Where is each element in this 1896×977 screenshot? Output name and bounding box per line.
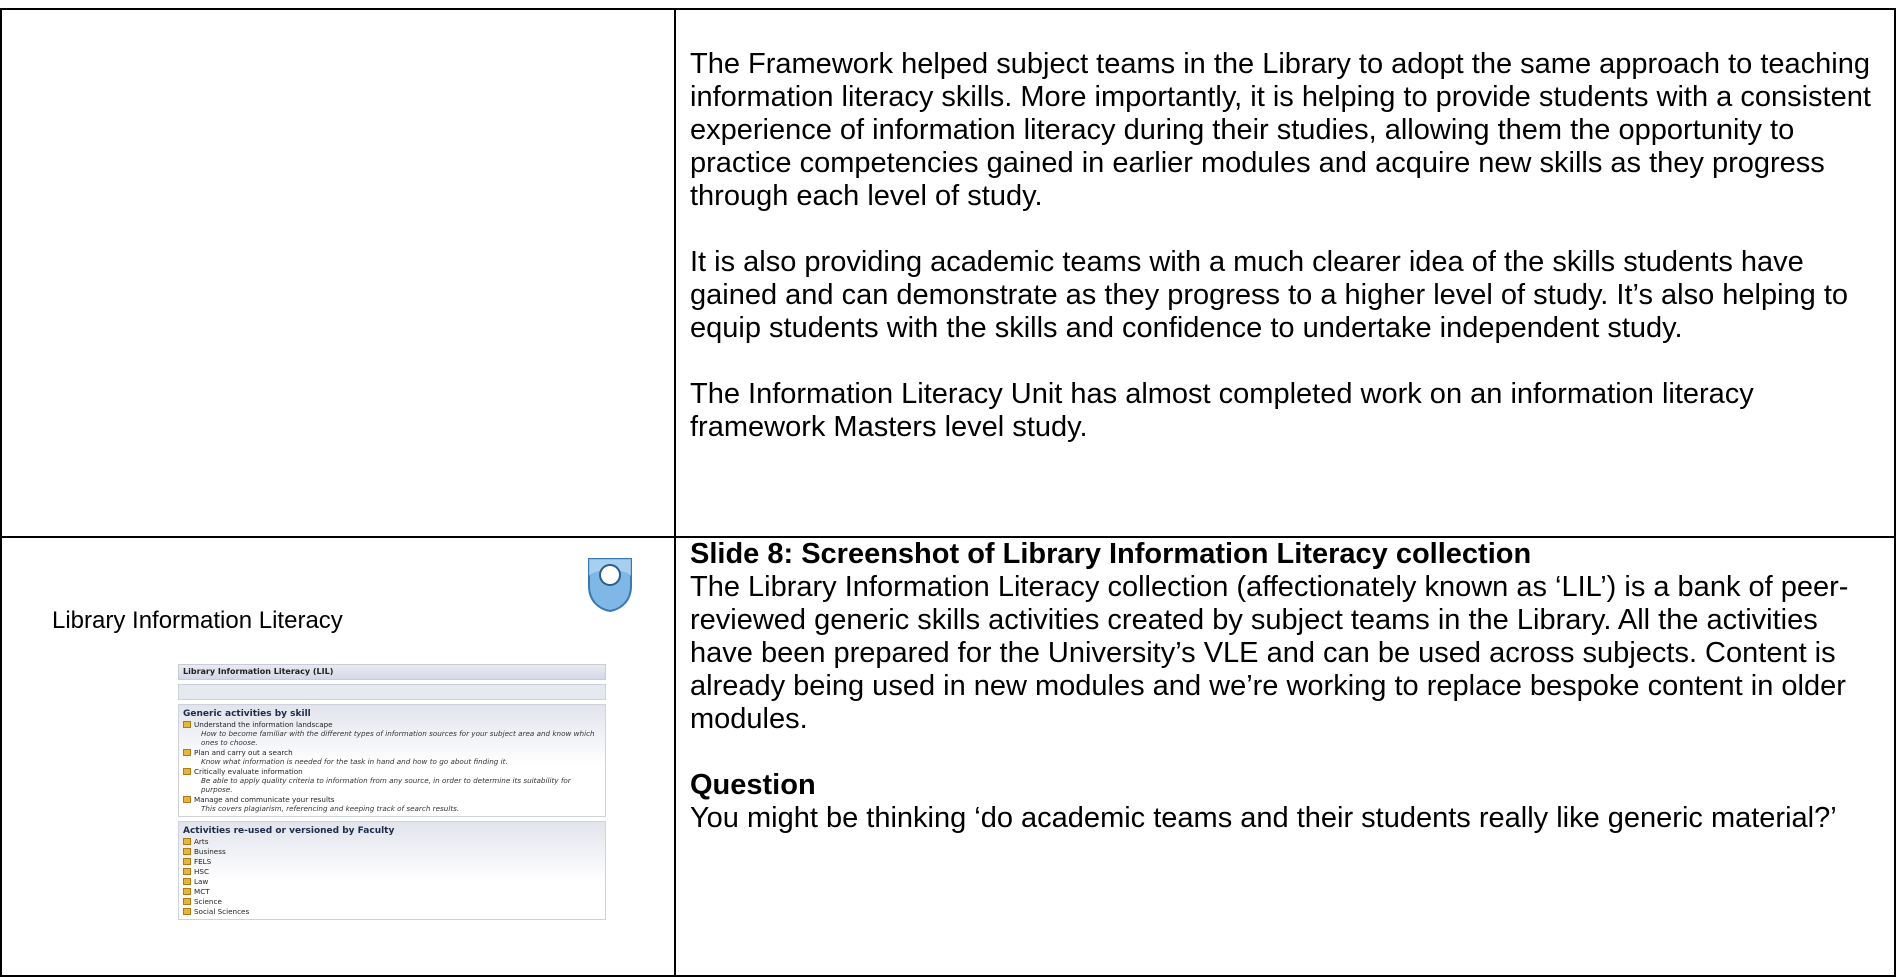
table-row: The Framework helped subject teams in th… bbox=[0, 8, 1896, 538]
list-item: Understand the information landscape bbox=[183, 720, 601, 729]
table-row: Library Information Literacy Library Inf… bbox=[0, 536, 1896, 977]
paragraph: The Information Literacy Unit has almost… bbox=[690, 378, 1754, 443]
folder-icon bbox=[183, 749, 191, 756]
item-description: How to become familiar with the differen… bbox=[201, 729, 595, 747]
screenshot-bar bbox=[178, 684, 606, 700]
list-item: Social Sciences bbox=[183, 907, 601, 916]
paragraph: The Framework helped subject teams in th… bbox=[690, 48, 1871, 212]
folder-icon bbox=[183, 888, 191, 895]
empty-slide-cell bbox=[0, 8, 676, 538]
item-description: Know what information is needed for the … bbox=[201, 757, 508, 766]
folder-icon bbox=[183, 838, 191, 845]
folder-icon bbox=[183, 796, 191, 803]
folder-icon bbox=[183, 898, 191, 905]
screenshot-header: Library Information Literacy (LIL) bbox=[178, 664, 606, 680]
notes-cell: Slide 8: Screenshot of Library Informati… bbox=[674, 536, 1896, 977]
list-item: Critically evaluate information bbox=[183, 767, 601, 776]
slide-cell: Library Information Literacy Library Inf… bbox=[0, 536, 676, 977]
item-description: Be able to apply quality criteria to inf… bbox=[201, 776, 571, 794]
list-item: Manage and communicate your results bbox=[183, 795, 601, 804]
folder-icon bbox=[183, 848, 191, 855]
paragraph: It is also providing academic teams with… bbox=[690, 246, 1849, 344]
faculty-group: Activities re-used or versioned by Facul… bbox=[178, 821, 606, 920]
list-item: Law bbox=[183, 877, 601, 886]
folder-icon bbox=[183, 768, 191, 775]
lil-screenshot: Library Information Literacy (LIL) Gener… bbox=[178, 664, 606, 939]
folder-icon bbox=[183, 868, 191, 875]
folder-icon bbox=[183, 908, 191, 915]
folder-icon bbox=[183, 878, 191, 885]
notes-cell: The Framework helped subject teams in th… bbox=[674, 8, 1896, 538]
open-university-logo-icon bbox=[588, 558, 632, 612]
list-item: Business bbox=[183, 847, 601, 856]
list-item: MCT bbox=[183, 887, 601, 896]
list-item: Science bbox=[183, 897, 601, 906]
slide-title: Library Information Literacy bbox=[52, 607, 343, 634]
skills-heading: Generic activities by skill bbox=[183, 709, 311, 719]
question-heading: Question bbox=[690, 769, 816, 801]
list-item: Arts bbox=[183, 837, 601, 846]
paragraph: The Library Information Literacy collect… bbox=[690, 571, 1849, 735]
skills-group: Generic activities by skill Understand t… bbox=[178, 704, 606, 817]
list-item: HSC bbox=[183, 867, 601, 876]
notes-table: The Framework helped subject teams in th… bbox=[0, 8, 1896, 977]
faculty-heading: Activities re-used or versioned by Facul… bbox=[183, 826, 395, 836]
folder-icon bbox=[183, 858, 191, 865]
list-item: FELS bbox=[183, 857, 601, 866]
paragraph: You might be thinking ‘do academic teams… bbox=[690, 802, 1837, 834]
item-description: This covers plagiarism, referencing and … bbox=[201, 804, 460, 813]
slide-heading: Slide 8: Screenshot of Library Informati… bbox=[690, 538, 1532, 570]
list-item: Plan and carry out a search bbox=[183, 748, 601, 757]
folder-icon bbox=[183, 721, 191, 728]
